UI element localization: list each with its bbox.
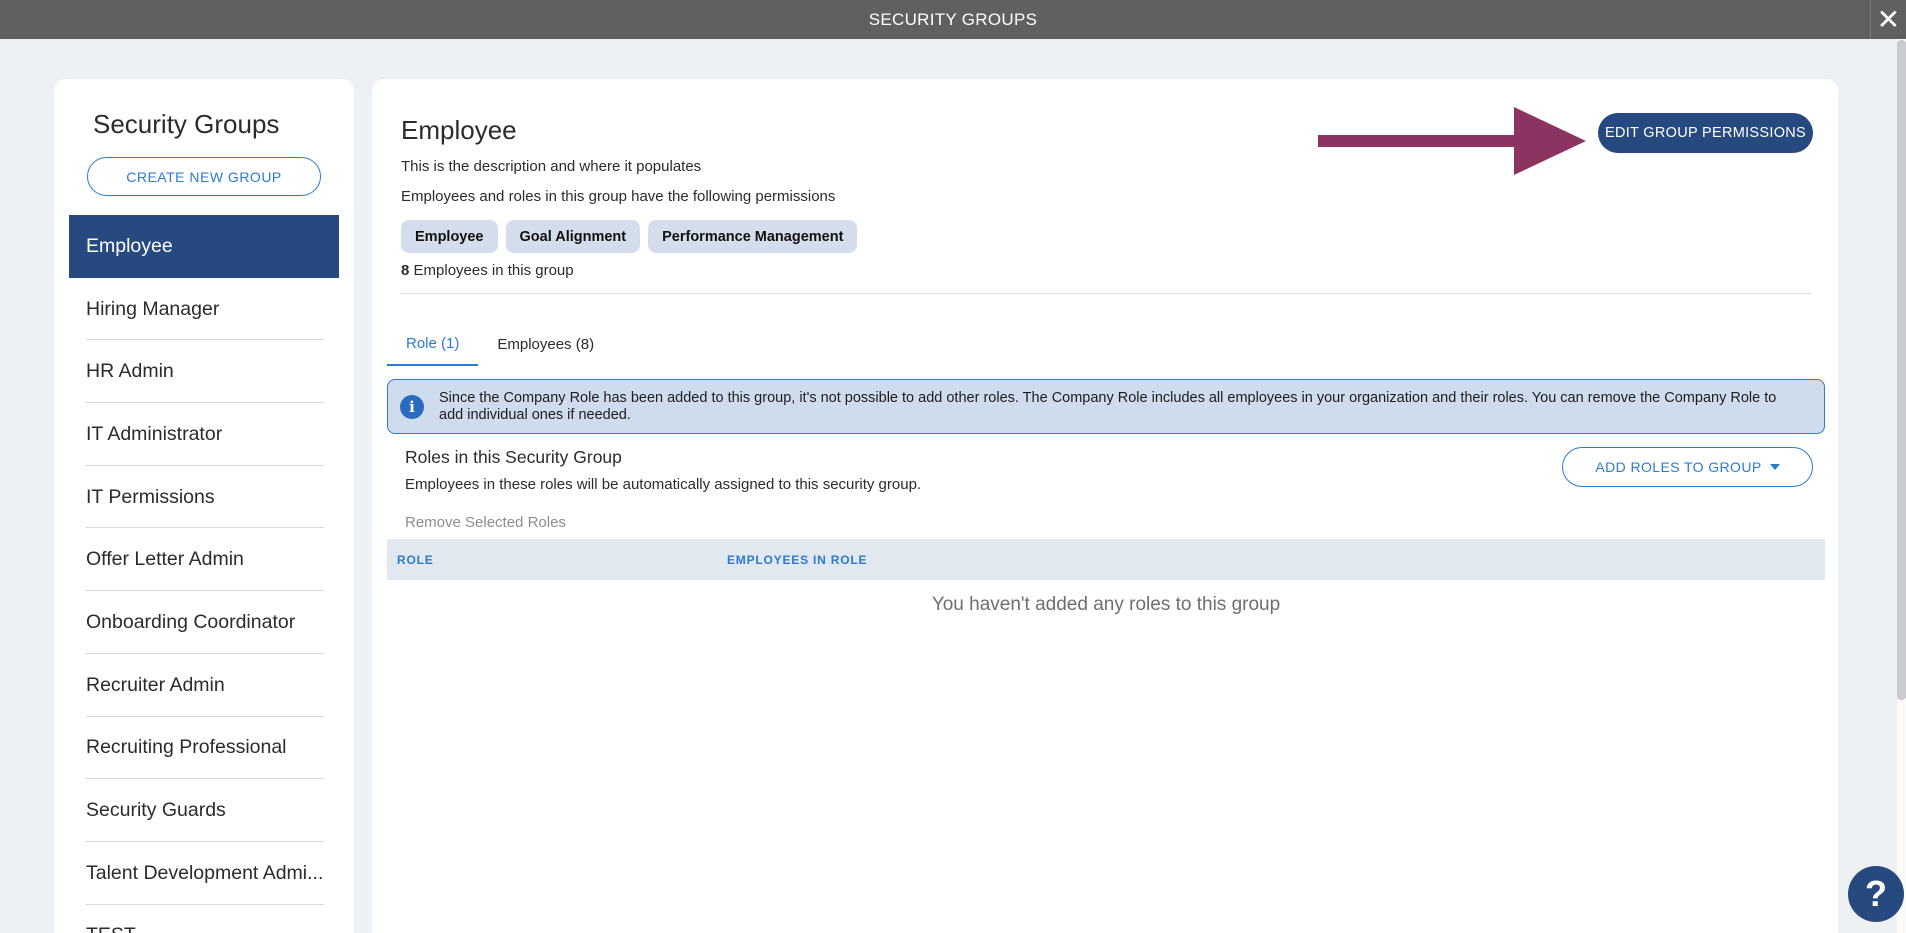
employee-count-number: 8 — [401, 262, 410, 279]
sidebar-item-security-guards[interactable]: Security Guards — [69, 779, 339, 842]
group-list: Employee Hiring Manager HR Admin IT Admi… — [69, 215, 339, 933]
sidebar-item-hiring-manager[interactable]: Hiring Manager — [69, 278, 339, 341]
tab-role[interactable]: Role (1) — [387, 322, 479, 366]
tab-bar: Role (1) Employees (8) — [387, 322, 613, 366]
sidebar-item-onboarding-coordinator[interactable]: Onboarding Coordinator — [69, 591, 339, 654]
permission-chip: Goal Alignment — [505, 220, 641, 253]
sidebar-item-it-permissions[interactable]: IT Permissions — [69, 466, 339, 529]
caret-down-icon — [1769, 464, 1780, 470]
help-icon: ? — [1865, 873, 1887, 914]
roles-section-title: Roles in this Security Group — [405, 447, 622, 467]
info-banner: i Since the Company Role has been added … — [387, 379, 1825, 434]
sidebar-item-it-administrator[interactable]: IT Administrator — [69, 403, 339, 466]
sidebar-item-hr-admin[interactable]: HR Admin — [69, 340, 339, 403]
scrollbar-thumb[interactable] — [1897, 40, 1906, 700]
sidebar: Security Groups CREATE NEW GROUP Employe… — [54, 79, 354, 933]
divider — [401, 293, 1811, 294]
roles-table-header: ROLE EMPLOYEES IN ROLE — [387, 539, 1825, 580]
info-icon: i — [400, 395, 424, 419]
column-header-role[interactable]: ROLE — [397, 553, 434, 567]
window-title: SECURITY GROUPS — [868, 9, 1038, 29]
permissions-intro: Employees and roles in this group have t… — [401, 188, 836, 205]
employee-count-label: Employees in this group — [413, 262, 574, 279]
add-roles-to-group-button[interactable]: ADD ROLES TO GROUP — [1562, 447, 1813, 487]
create-new-group-button[interactable]: CREATE NEW GROUP — [87, 157, 321, 196]
tab-employees[interactable]: Employees (8) — [478, 322, 613, 366]
permission-chip: Performance Management — [648, 220, 858, 253]
add-roles-label: ADD ROLES TO GROUP — [1595, 459, 1762, 475]
empty-state-message: You haven't added any roles to this grou… — [931, 594, 1281, 615]
group-description: This is the description and where it pop… — [401, 158, 702, 175]
roles-section-subtitle: Employees in these roles will be automat… — [405, 476, 922, 493]
sidebar-item-talent-development-admin[interactable]: Talent Development Admi... — [69, 842, 339, 905]
window-titlebar: SECURITY GROUPS ✕ — [0, 0, 1906, 39]
help-button[interactable]: ? — [1848, 866, 1904, 922]
sidebar-title: Security Groups — [93, 109, 280, 139]
sidebar-item-employee[interactable]: Employee — [69, 215, 339, 278]
employee-count: 8 Employees in this group — [401, 262, 574, 279]
sidebar-item-recruiting-professional[interactable]: Recruiting Professional — [69, 717, 339, 780]
group-detail-panel: Employee This is the description and whe… — [372, 79, 1838, 933]
close-icon[interactable]: ✕ — [1870, 0, 1906, 39]
group-title: Employee — [401, 115, 517, 145]
sidebar-item-test[interactable]: TEST — [69, 905, 339, 933]
edit-group-permissions-button[interactable]: EDIT GROUP PERMISSIONS — [1598, 113, 1813, 153]
permission-chips: Employee Goal Alignment Performance Mana… — [401, 220, 858, 253]
info-text: Since the Company Role has been added to… — [439, 389, 1777, 423]
column-header-employees-in-role[interactable]: EMPLOYEES IN ROLE — [727, 553, 867, 567]
sidebar-item-offer-letter-admin[interactable]: Offer Letter Admin — [69, 528, 339, 591]
annotation-arrow-icon — [1318, 107, 1586, 175]
remove-selected-roles-link[interactable]: Remove Selected Roles — [405, 514, 566, 531]
permission-chip: Employee — [401, 220, 498, 253]
sidebar-item-recruiter-admin[interactable]: Recruiter Admin — [69, 654, 339, 717]
